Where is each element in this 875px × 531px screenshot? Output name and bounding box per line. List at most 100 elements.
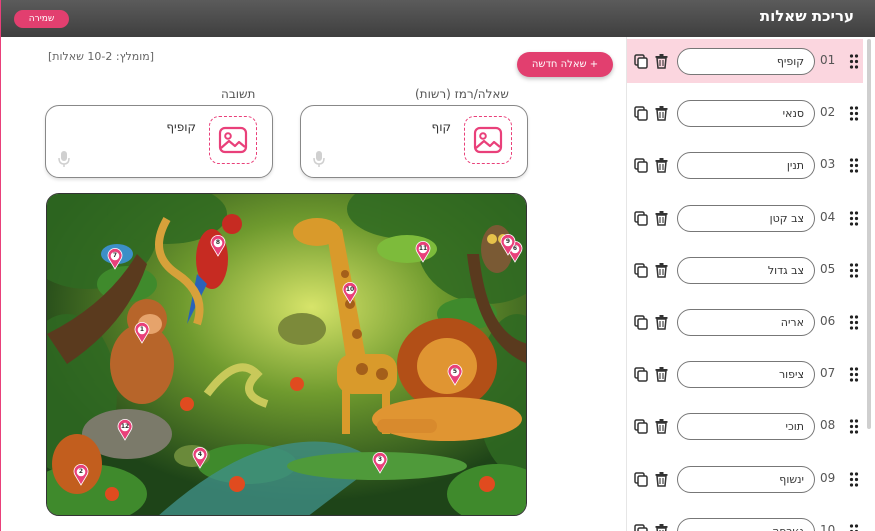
drag-handle-icon[interactable] [849,524,859,531]
copy-icon[interactable] [634,524,648,531]
question-number: 04 [820,209,836,224]
question-field[interactable]: ציפור [677,361,815,389]
answer-marker[interactable]: 11 [415,240,431,263]
trash-icon[interactable] [655,471,668,487]
drag-handle-icon[interactable] [849,367,859,382]
answer-marker[interactable]: 5 [447,363,463,386]
image-icon [218,126,248,154]
question-row[interactable]: קופיף 01 [627,39,863,83]
question-row[interactable]: תנין 03 [627,143,863,187]
answer-marker[interactable]: 2 [73,463,89,486]
copy-icon[interactable] [634,210,648,226]
answer-marker[interactable]: 4 [192,446,208,469]
answer-marker[interactable]: 7 [107,247,123,270]
marker-label: 5 [452,368,458,375]
question-number: 08 [820,418,836,433]
questions-scrollbar[interactable] [867,39,871,429]
image-icon [473,126,503,154]
copy-icon[interactable] [634,158,648,174]
marker-label: 2 [78,468,84,475]
question-card[interactable]: קוף [300,105,528,178]
microphone-icon[interactable] [58,150,70,168]
question-row[interactable]: סנאי 02 [627,91,863,135]
marker-label: 11 [418,245,428,252]
question-row[interactable]: צב קטן 04 [627,196,863,240]
drag-handle-icon[interactable] [849,419,859,434]
question-field[interactable]: תוכי [677,413,815,441]
question-field[interactable]: ינשוף [677,465,815,493]
trash-icon[interactable] [655,106,668,121]
answer-text[interactable]: קופיף [166,120,196,134]
top-bar: שמירה עריכת שאלות [1,0,875,37]
question-label: שאלה/רמז (רשות) [415,87,509,101]
trash-icon[interactable] [655,158,668,174]
trash-icon[interactable] [655,523,668,531]
drag-handle-icon[interactable] [849,158,859,173]
question-number: 02 [820,105,836,120]
drag-handle-icon[interactable] [849,210,859,226]
question-number: 03 [820,157,836,172]
question-number: 07 [820,366,836,381]
question-field[interactable]: סנאי [677,100,815,128]
page-title: עריכת שאלות [759,7,854,25]
question-text[interactable]: קוף [432,120,451,134]
question-row[interactable]: ציפור 07 [627,352,863,396]
question-field[interactable]: צב גדול [677,256,815,284]
answer-marker[interactable]: 1 [134,321,150,344]
recommendation-hint: [מומלץ: 10-2 שאלות] [48,50,155,63]
answer-marker[interactable]: 3 [372,451,388,474]
drag-handle-icon[interactable] [849,106,859,121]
marker-label: 10 [345,286,355,293]
question-field[interactable]: קופיף [677,48,815,75]
marker-label: 3 [377,456,383,463]
copy-icon[interactable] [634,315,648,330]
question-row[interactable]: צב גדול 05 [627,248,863,292]
jungle-illustration [47,194,526,515]
question-field[interactable]: אריה [677,309,815,336]
jungle-scene-image[interactable]: 1 2 3 4 5 6 7 8 10 11 12 9 [46,193,527,516]
question-field[interactable]: צב קטן [677,204,815,232]
trash-icon[interactable] [655,367,668,382]
new-question-button[interactable]: + שאלה חדשה [517,52,613,77]
drag-handle-icon[interactable] [849,315,859,330]
question-field[interactable]: תנין [677,152,815,180]
question-number: 10 [820,522,836,531]
trash-icon[interactable] [655,54,668,69]
question-image-slot[interactable] [464,116,512,164]
drag-handle-icon[interactable] [849,54,859,69]
question-number: 09 [820,470,836,485]
answer-image-slot[interactable] [209,116,257,164]
copy-icon[interactable] [634,471,648,487]
trash-icon[interactable] [655,315,668,330]
marker-label: 4 [197,451,203,458]
app-frame: שמירה עריכת שאלות [מומלץ: 10-2 שאלות] + … [0,0,875,531]
answer-marker[interactable]: 9 [500,233,516,256]
copy-icon[interactable] [634,419,648,435]
question-field[interactable]: ג׳ירפה [677,517,815,531]
copy-icon[interactable] [634,106,648,121]
marker-label: 12 [120,423,130,430]
question-row[interactable]: ינשוף 09 [627,457,863,501]
drag-handle-icon[interactable] [849,263,859,278]
question-row[interactable]: תוכי 08 [627,404,863,448]
drag-handle-icon[interactable] [849,471,859,487]
copy-icon[interactable] [634,54,648,69]
marker-label: 1 [139,326,145,333]
marker-label: 8 [215,239,221,246]
trash-icon[interactable] [655,419,668,435]
microphone-icon[interactable] [313,150,325,168]
answer-marker[interactable]: 10 [342,281,358,304]
trash-icon[interactable] [655,262,668,278]
marker-label: 7 [112,252,118,259]
copy-icon[interactable] [634,367,648,382]
trash-icon[interactable] [655,210,668,226]
save-button[interactable]: שמירה [14,10,69,28]
answer-marker[interactable]: 12 [117,418,133,441]
marker-label: 9 [505,238,511,245]
answer-marker[interactable]: 8 [210,234,226,257]
question-row[interactable]: אריה 06 [627,300,863,344]
questions-panel: קופיף 01 סנאי 02 תנין 03 צב קטן 04 צב גדול 05 אריה… [626,37,875,531]
copy-icon[interactable] [634,263,648,278]
answer-card[interactable]: קופיף [45,105,273,178]
question-row[interactable]: ג׳ירפה 10 [627,509,863,531]
